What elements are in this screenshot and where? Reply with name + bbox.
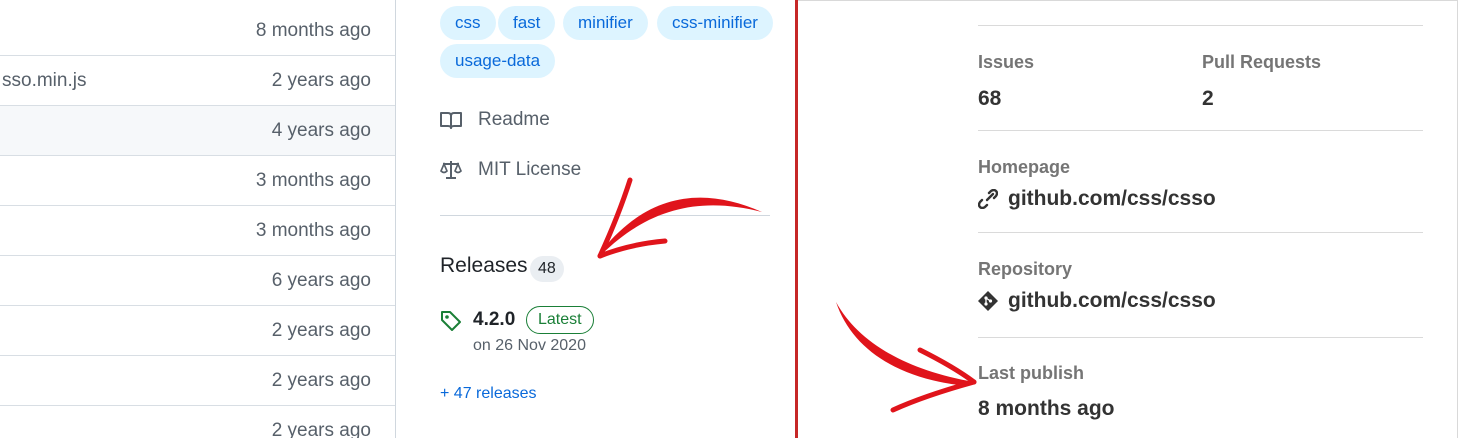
file-row[interactable]: 3 months ago bbox=[0, 156, 395, 206]
latest-release-version[interactable]: 4.2.0 bbox=[473, 309, 515, 331]
commit-time[interactable]: 3 months ago bbox=[256, 220, 371, 242]
commit-time[interactable]: 4 years ago bbox=[272, 120, 371, 142]
divider bbox=[978, 337, 1423, 338]
divider bbox=[440, 215, 770, 216]
divider bbox=[978, 232, 1423, 233]
topic-tag[interactable]: usage-data bbox=[440, 44, 556, 78]
divider bbox=[978, 25, 1423, 26]
license-label: MIT License bbox=[478, 159, 582, 180]
commit-time[interactable]: 3 months ago bbox=[256, 170, 371, 192]
npm-info-panel: Issues 68 Pull Requests 2 Homepage githu… bbox=[798, 0, 1458, 438]
file-row[interactable]: 6 years ago bbox=[0, 256, 395, 306]
repo-sidebar: css fast minifier css-minifier usage-dat… bbox=[396, 0, 796, 438]
readme-link[interactable]: Readme bbox=[440, 105, 550, 135]
file-row[interactable]: sso.min.js 2 years ago bbox=[0, 56, 395, 106]
commit-time[interactable]: 2 years ago bbox=[272, 370, 371, 392]
repository-url[interactable]: github.com/css/csso bbox=[1008, 289, 1216, 313]
link-icon bbox=[978, 189, 998, 209]
commit-time[interactable]: 2 years ago bbox=[272, 320, 371, 342]
last-publish-value: 8 months ago bbox=[978, 397, 1115, 420]
commit-time[interactable]: 2 years ago bbox=[272, 420, 371, 438]
file-row[interactable]: 2 years ago bbox=[0, 306, 395, 356]
file-row[interactable]: 8 months ago bbox=[0, 6, 395, 56]
issues-label: Issues bbox=[978, 52, 1035, 72]
repository-link[interactable]: github.com/css/csso bbox=[978, 289, 1216, 313]
readme-label: Readme bbox=[478, 109, 550, 130]
license-link[interactable]: MIT License bbox=[440, 155, 581, 185]
commit-time[interactable]: 6 years ago bbox=[272, 270, 371, 292]
law-icon bbox=[440, 161, 462, 179]
commit-time[interactable]: 8 months ago bbox=[256, 20, 371, 42]
last-publish-label: Last publish bbox=[978, 363, 1085, 383]
pull-requests-label: Pull Requests bbox=[1202, 52, 1322, 72]
homepage-url[interactable]: github.com/css/csso bbox=[1008, 187, 1216, 211]
book-icon bbox=[440, 112, 462, 129]
topic-tag[interactable]: minifier bbox=[563, 6, 648, 40]
git-icon bbox=[978, 291, 998, 311]
repository-label: Repository bbox=[978, 259, 1073, 279]
file-row[interactable]: 3 months ago bbox=[0, 206, 395, 256]
file-list: 8 months ago sso.min.js 2 years ago 4 ye… bbox=[0, 0, 396, 438]
file-row[interactable]: 2 years ago bbox=[0, 356, 395, 406]
release-date: on 26 Nov 2020 bbox=[473, 337, 586, 354]
issues-value[interactable]: 68 bbox=[978, 87, 1001, 111]
commit-time[interactable]: 2 years ago bbox=[272, 70, 371, 92]
topic-tag[interactable]: css bbox=[440, 6, 496, 40]
pull-requests-value[interactable]: 2 bbox=[1202, 87, 1214, 111]
homepage-link[interactable]: github.com/css/csso bbox=[978, 187, 1216, 211]
topic-tag[interactable]: css-minifier bbox=[657, 6, 773, 40]
file-row[interactable]: 4 years ago bbox=[0, 106, 395, 156]
homepage-label: Homepage bbox=[978, 157, 1071, 177]
divider bbox=[978, 130, 1423, 131]
file-name[interactable]: sso.min.js bbox=[2, 70, 86, 92]
tag-icon bbox=[441, 311, 461, 331]
releases-count-badge: 48 bbox=[530, 256, 564, 282]
latest-badge: Latest bbox=[526, 306, 594, 334]
file-row[interactable]: 2 years ago bbox=[0, 406, 395, 438]
topic-tag[interactable]: fast bbox=[498, 6, 556, 40]
more-releases-link[interactable]: + 47 releases bbox=[440, 385, 537, 403]
releases-heading[interactable]: Releases bbox=[440, 254, 528, 278]
